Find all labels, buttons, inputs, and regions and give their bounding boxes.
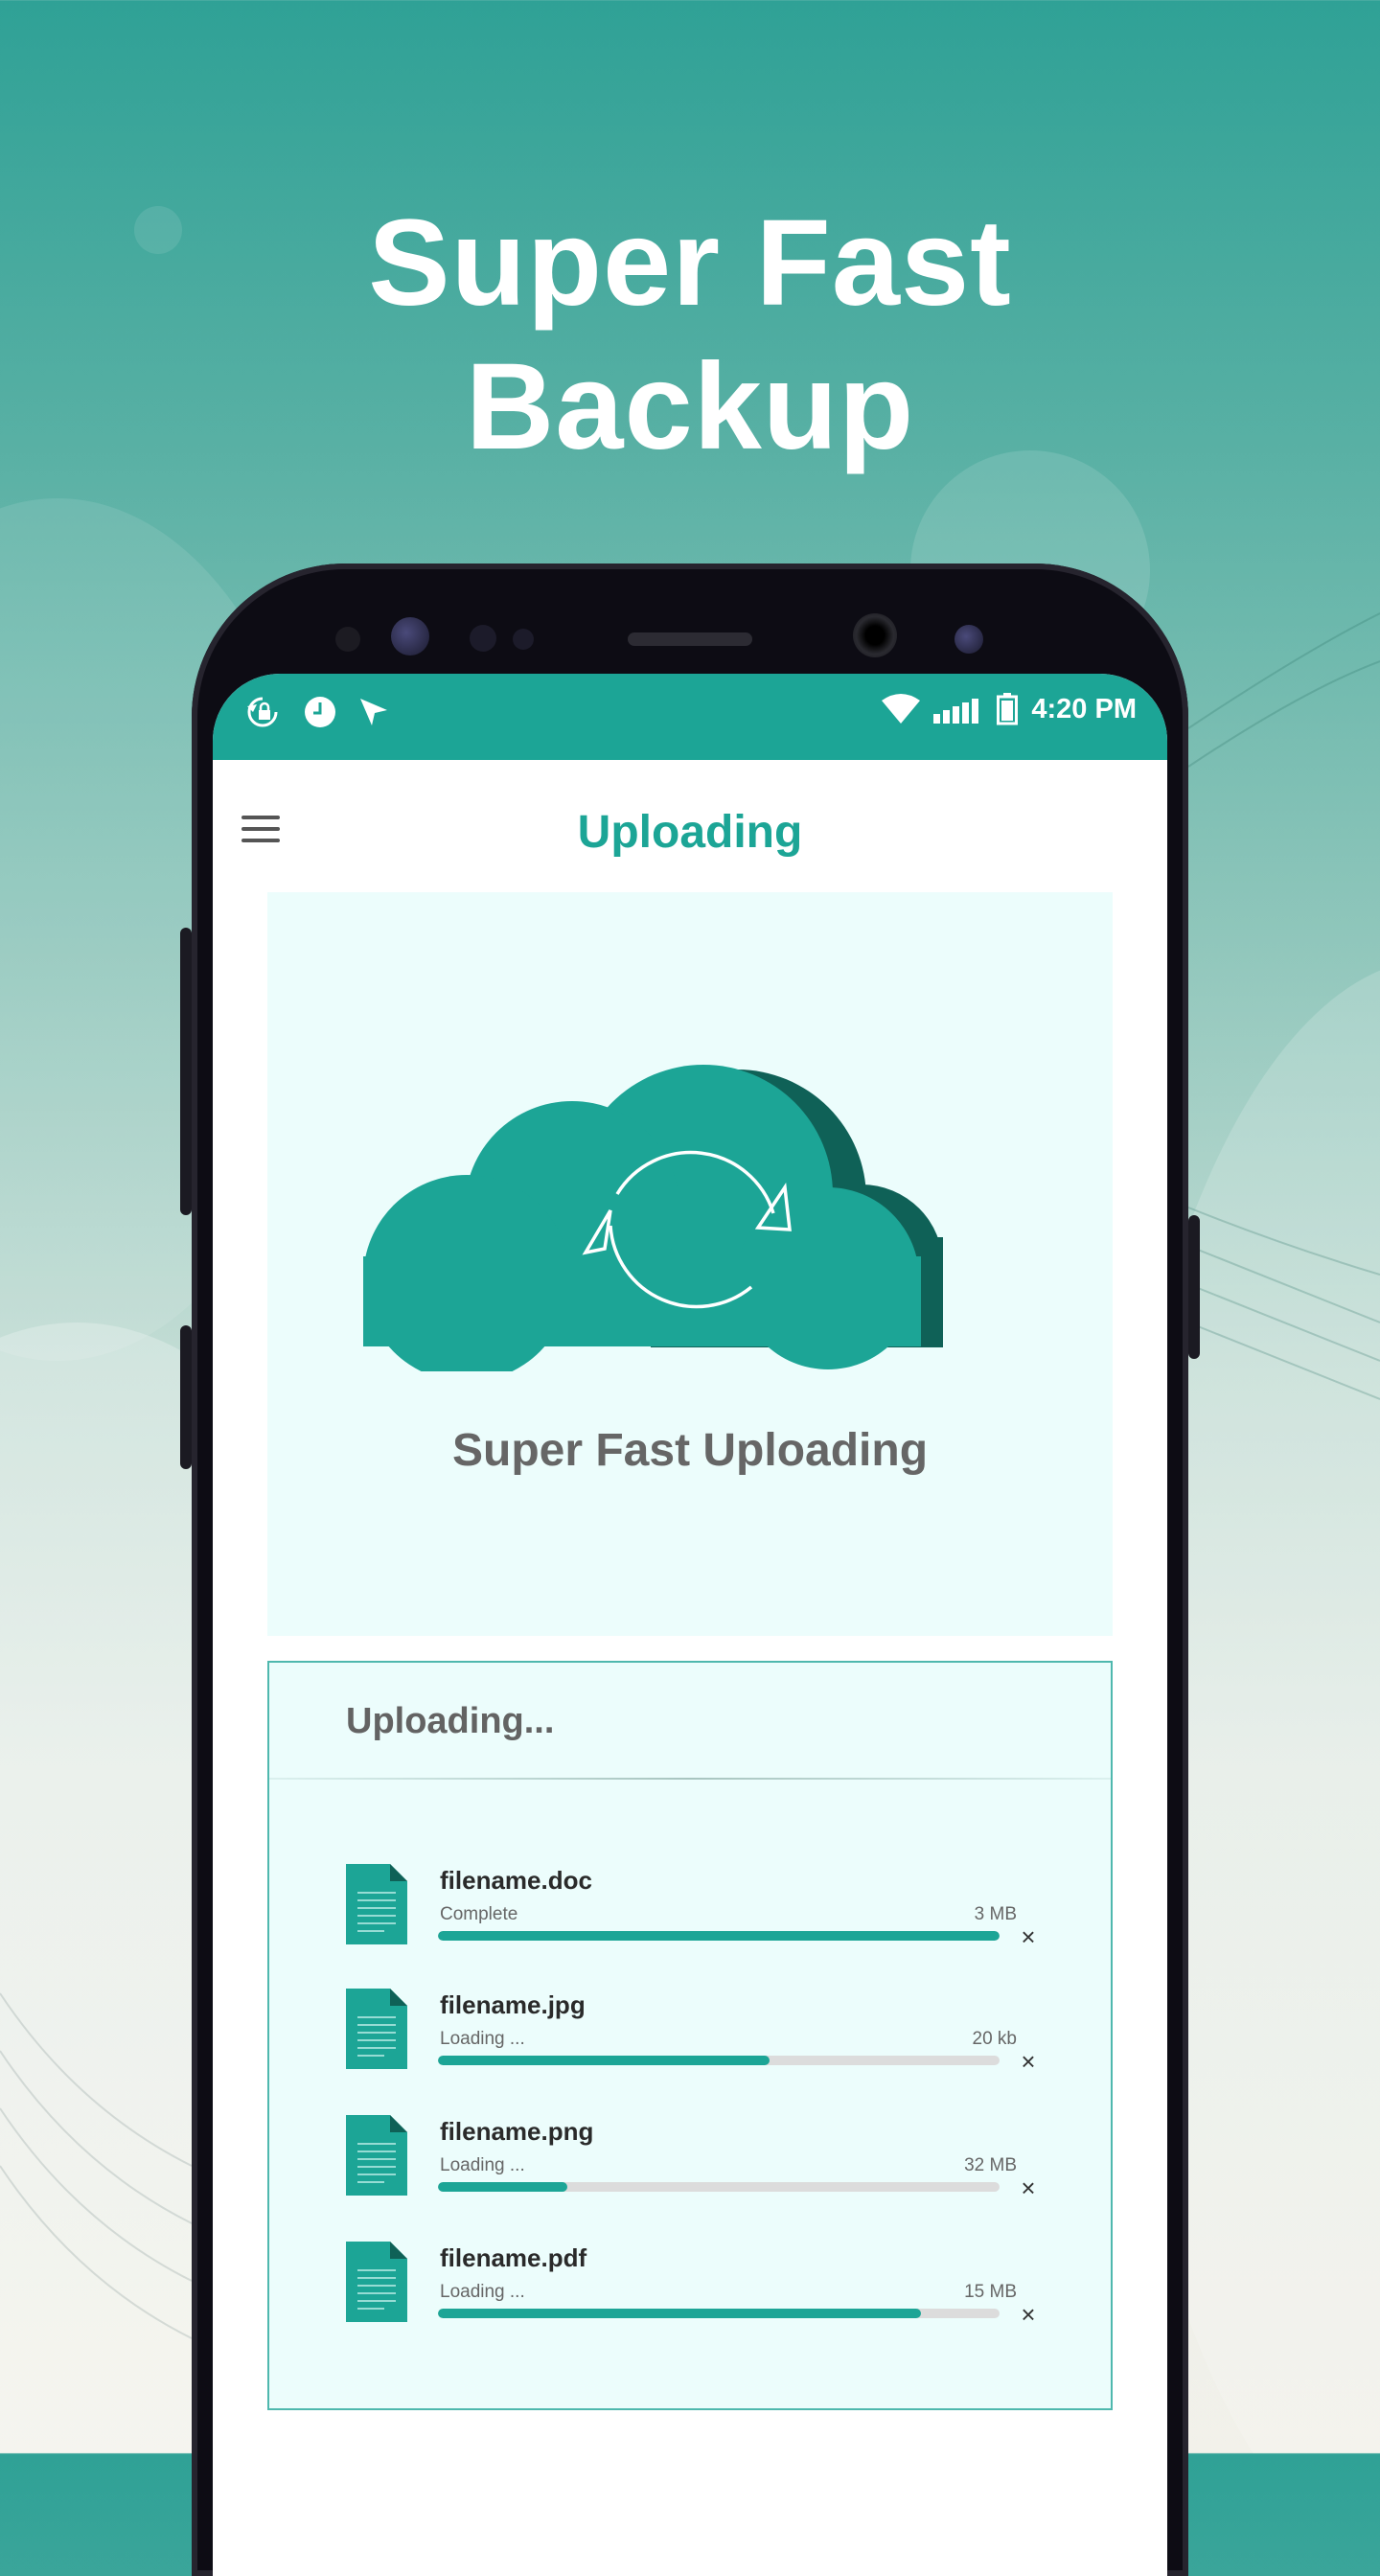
signal-icon (933, 699, 979, 724)
upload-item: filename.pdf Loading ... 15 MB × (346, 2242, 1074, 2337)
status-bar: 4:20 PM (213, 674, 1167, 760)
upload-item: filename.png Loading ... 32 MB × (346, 2115, 1074, 2211)
document-icon (346, 2115, 407, 2196)
progress-fill (438, 2182, 567, 2192)
front-camera (853, 613, 897, 657)
status-left-icons (245, 695, 391, 729)
progress-fill (438, 1931, 1000, 1941)
promo-headline: Super Fast Backup (0, 192, 1380, 479)
hero-caption: Super Fast Uploading (451, 1425, 929, 1476)
document-icon (346, 2242, 407, 2322)
file-size: 32 MB (964, 2155, 1017, 2175)
headline-line-1: Super Fast (368, 195, 1012, 332)
file-name: filename.jpg (440, 1990, 586, 2019)
battery-icon (997, 693, 1019, 725)
navigation-arrow-icon (360, 699, 387, 725)
wifi-icon (882, 694, 921, 724)
cloud-sync-icon (363, 1065, 943, 1371)
sensor (513, 629, 534, 650)
file-status: Loading ... (440, 2155, 525, 2175)
document-icon (346, 1864, 407, 1944)
file-name: filename.png (440, 2117, 594, 2146)
earpiece-speaker (628, 632, 752, 646)
status-time: 4:20 PM (1031, 693, 1137, 724)
cancel-upload-button[interactable]: × (1017, 1924, 1040, 1949)
cancel-upload-button[interactable]: × (1017, 2302, 1040, 2327)
upload-item: filename.jpg Loading ... 20 kb × (346, 1989, 1074, 2084)
status-right-icons: 4:20 PM (882, 693, 1137, 725)
sensor (954, 625, 983, 654)
progress-fill (438, 2309, 921, 2318)
progress-bar (438, 1931, 1000, 1941)
progress-bar (438, 2182, 1000, 2192)
progress-bar (438, 2056, 1000, 2065)
file-size: 20 kb (972, 2029, 1017, 2049)
cancel-upload-button[interactable]: × (1017, 2175, 1040, 2200)
file-size: 3 MB (974, 1904, 1017, 1924)
file-status: Loading ... (440, 2282, 525, 2302)
progress-bar (438, 2309, 1000, 2318)
file-name: filename.doc (440, 1866, 592, 1895)
file-size: 15 MB (964, 2282, 1017, 2302)
phone-frame: 4:20 PM Uploading Super Fast Uploading U… (180, 564, 1200, 2576)
file-name: filename.pdf (440, 2243, 587, 2272)
clock-icon (305, 697, 335, 727)
progress-fill (438, 2056, 770, 2065)
iris-sensor (391, 617, 429, 656)
hero-card: Super Fast Uploading (267, 892, 1113, 1636)
sensor (335, 627, 360, 652)
file-status: Loading ... (440, 2029, 525, 2049)
app-bar: Uploading (213, 760, 1167, 904)
headline-line-2: Backup (465, 338, 915, 475)
page-title: Uploading (577, 807, 803, 858)
power-button (1188, 1215, 1200, 1359)
uploads-title: Uploading... (346, 1701, 555, 1741)
phone-screen: 4:20 PM Uploading Super Fast Uploading U… (213, 674, 1167, 2576)
volume-button (180, 928, 192, 1215)
document-icon (346, 1989, 407, 2069)
sync-lock-icon (247, 697, 278, 727)
file-status: Complete (440, 1904, 518, 1924)
sensor (470, 625, 496, 652)
bixby-button (180, 1325, 192, 1469)
upload-item: filename.doc Complete 3 MB × (346, 1864, 1074, 1960)
divider (269, 1778, 1111, 1780)
phone-top-bezel (192, 564, 1188, 674)
cancel-upload-button[interactable]: × (1017, 2049, 1040, 2074)
uploads-panel: Uploading... filename.doc Complete 3 MB … (267, 1661, 1113, 2410)
